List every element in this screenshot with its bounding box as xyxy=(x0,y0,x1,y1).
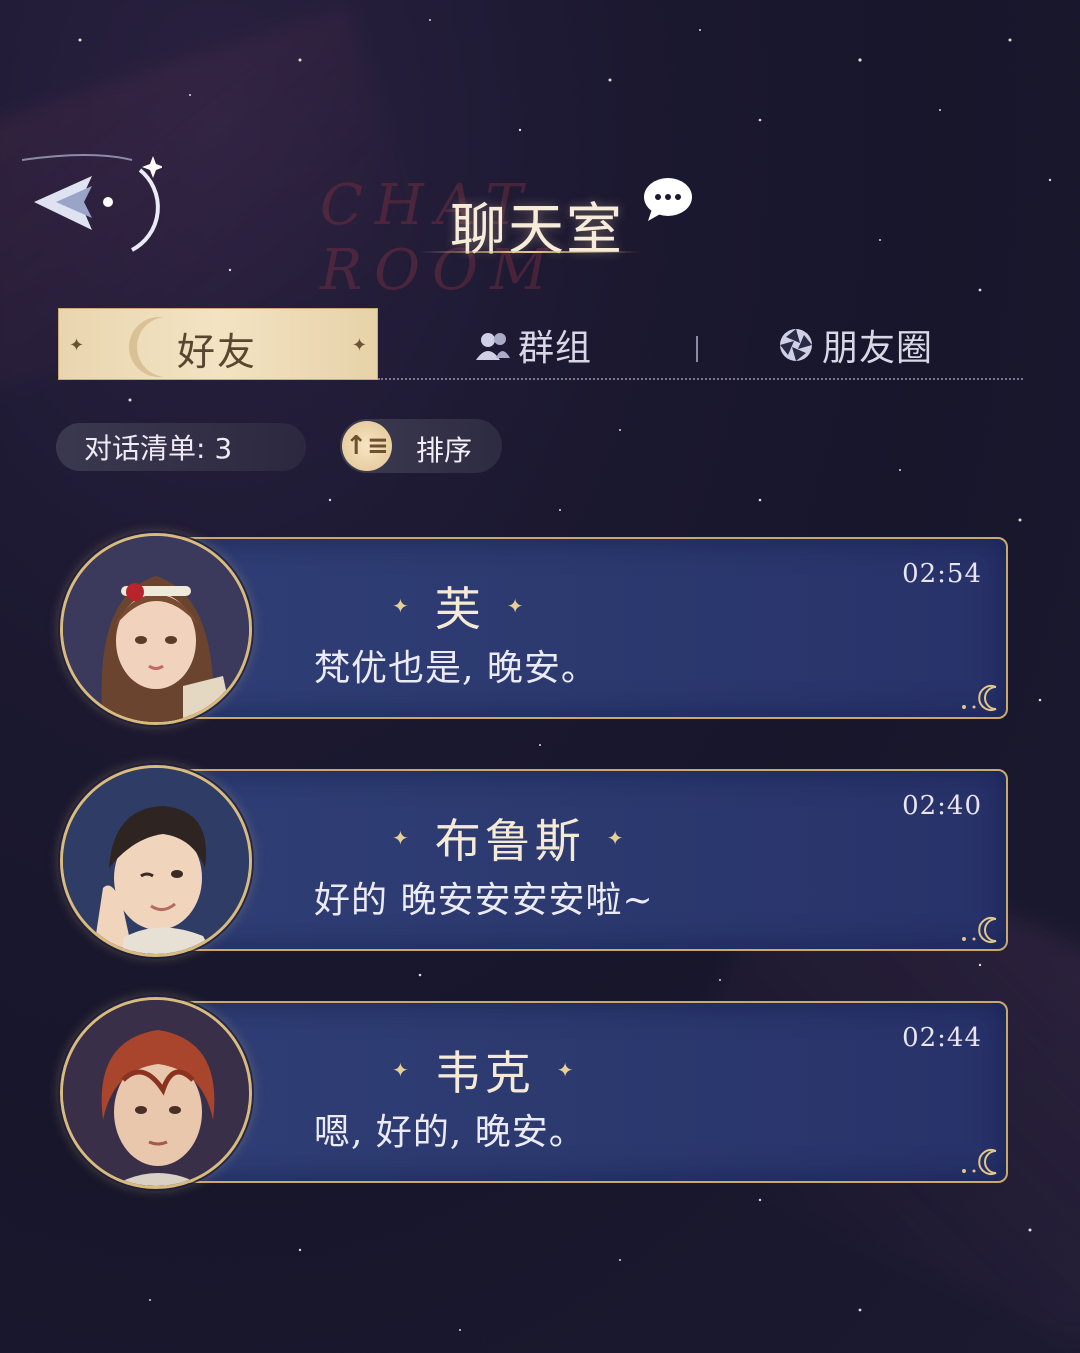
chat-last-message: 好的 晚安安安安啦~ xyxy=(314,880,654,921)
chat-name-row: ✦ 韦克 ✦ xyxy=(392,1037,578,1103)
chat-time: 02:40 xyxy=(902,791,982,821)
tab-moments[interactable]: 朋友圈 xyxy=(778,320,933,370)
sparkle-icon: ✦ xyxy=(392,594,413,618)
avatar xyxy=(60,533,252,725)
avatar xyxy=(60,997,252,1189)
chat-item-bruce[interactable]: ✦ 布鲁斯 ✦ 好的 晚安安安安啦~ 02:40 xyxy=(60,765,1010,957)
sparkle-icon: ✦ xyxy=(506,594,528,618)
chat-name: 芙 xyxy=(434,582,485,636)
page-title: 聊天室 xyxy=(450,198,624,263)
avatar xyxy=(60,765,252,957)
group-icon xyxy=(476,333,510,360)
sparkle-icon: ✦ xyxy=(392,826,413,850)
chat-card: ✦ 芙 ✦ 梵优也是, 晚安。 02:54 xyxy=(160,537,1008,719)
corner-moon-ornament xyxy=(962,917,997,943)
chat-time: 02:44 xyxy=(902,1023,982,1053)
sort-button[interactable]: ↑≡ 排序 xyxy=(340,419,502,473)
moments-icon xyxy=(780,329,812,361)
chat-time: 02:54 xyxy=(902,559,982,589)
chat-name: 韦克 xyxy=(434,1046,535,1100)
avatar-portrait xyxy=(63,1000,249,1186)
corner-moon-ornament xyxy=(962,685,997,711)
sort-label: 排序 xyxy=(416,434,473,467)
tab-moments-label: 朋友圈 xyxy=(822,328,934,369)
tab-groups[interactable]: 群组 xyxy=(476,320,592,370)
tab-groups-label: 群组 xyxy=(518,328,593,369)
sparkle-icon: ✦ xyxy=(556,1058,578,1082)
page-title-area: CHAT ROOM 聊天室 xyxy=(300,165,780,303)
back-button[interactable] xyxy=(21,150,164,260)
sort-icon: ↑≡ xyxy=(342,421,392,471)
avatar-portrait xyxy=(63,536,249,722)
chat-name-row: ✦ 布鲁斯 ✦ xyxy=(392,805,628,871)
sparkle-icon: ✦ xyxy=(392,1058,413,1082)
tab-friends[interactable]: ✦ 好友 ✦ xyxy=(58,308,378,380)
corner-moon-ornament xyxy=(962,1149,997,1175)
chat-item-wake[interactable]: ✦ 韦克 ✦ 嗯, 好的, 晚安。 02:44 xyxy=(60,997,1010,1189)
chat-last-message: 嗯, 好的, 晚安。 xyxy=(314,1112,586,1153)
tab-divider xyxy=(696,336,698,362)
chat-name: 布鲁斯 xyxy=(434,814,585,868)
back-arrow-icon xyxy=(21,154,164,252)
chat-item-fu[interactable]: ✦ 芙 ✦ 梵优也是, 晚安。 02:54 xyxy=(60,533,1010,725)
tab-friends-label: 好友 xyxy=(177,330,258,374)
chat-card: ✦ 布鲁斯 ✦ 好的 晚安安安安啦~ 02:40 xyxy=(160,769,1008,951)
conversation-count: 对话清单: 3 xyxy=(56,423,306,471)
chat-bubble-icon xyxy=(644,178,692,221)
chat-card: ✦ 韦克 ✦ 嗯, 好的, 晚安。 02:44 xyxy=(160,1001,1008,1183)
chat-last-message: 梵优也是, 晚安。 xyxy=(314,648,598,689)
sparkle-icon: ✦ xyxy=(69,335,85,356)
tab-bar: ✦ 好友 ✦ 群组 朋友圈 xyxy=(58,308,1023,384)
chat-name-row: ✦ 芙 ✦ xyxy=(392,573,528,639)
title-underline xyxy=(420,251,640,253)
tab-underline xyxy=(378,378,1023,380)
sparkle-icon: ✦ xyxy=(606,826,628,850)
avatar-portrait xyxy=(63,768,249,954)
sparkle-icon: ✦ xyxy=(351,335,367,356)
